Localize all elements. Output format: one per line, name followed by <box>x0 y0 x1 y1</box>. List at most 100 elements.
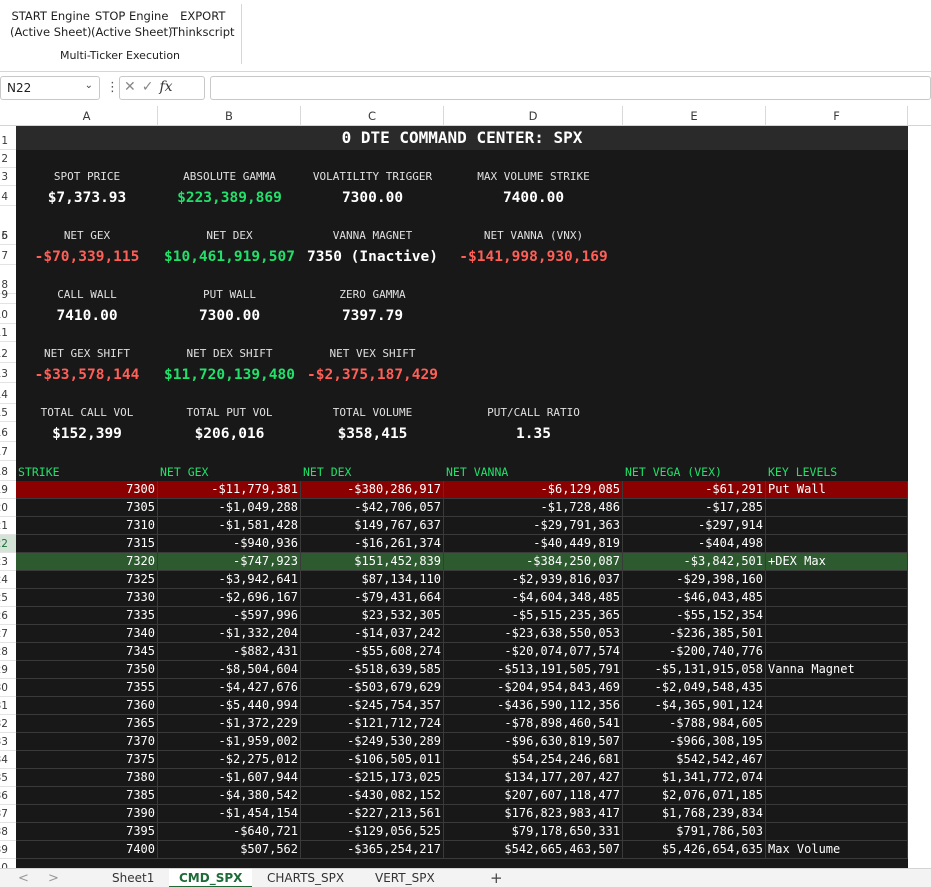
table-cell[interactable]: -$1,332,204 <box>158 625 301 643</box>
table-row[interactable]: 7360 -$5,440,994 -$245,754,357 -$436,590,11… <box>16 697 908 715</box>
table-cell[interactable]: 7330 <box>16 589 158 607</box>
row-header-cell[interactable]: 27 <box>0 625 16 643</box>
table-cell[interactable]: -$249,530,289 <box>301 733 444 751</box>
table-cell[interactable]: 7300 <box>16 481 158 499</box>
prev-sheet-icon[interactable]: < <box>18 871 29 886</box>
table-row[interactable]: 7385 -$4,380,542 -$430,082,152 $207,607,118… <box>16 787 908 805</box>
table-row[interactable]: 7330 -$2,696,167 -$79,431,664 -$4,604,348,4… <box>16 589 908 607</box>
row-header-cell[interactable]: 4 <box>0 188 16 206</box>
table-cell[interactable]: $791,786,503 <box>623 823 766 841</box>
table-cell[interactable]: -$1,049,288 <box>158 499 301 517</box>
table-cell[interactable]: -$1,372,229 <box>158 715 301 733</box>
spreadsheet-grid[interactable]: 0 DTE COMMAND CENTER: SPX SPOT PRICE $7,… <box>16 126 931 868</box>
table-cell[interactable] <box>766 499 908 517</box>
table-cell[interactable]: -$1,581,428 <box>158 517 301 535</box>
formula-input[interactable] <box>210 76 931 100</box>
table-cell[interactable]: $87,134,110 <box>301 571 444 589</box>
table-cell[interactable]: $2,076,071,185 <box>623 787 766 805</box>
table-row[interactable]: 7375 -$2,275,012 -$106,505,011 $54,254,246,… <box>16 751 908 769</box>
table-cell[interactable] <box>766 571 908 589</box>
row-header-cell[interactable]: 29 <box>0 661 16 679</box>
table-cell[interactable] <box>766 643 908 661</box>
more-options-icon[interactable]: ⋮ <box>106 80 119 95</box>
table-cell[interactable]: -$1,607,944 <box>158 769 301 787</box>
row-header-cell[interactable]: 40 <box>0 859 16 868</box>
tab-vert-spx[interactable]: VERT_SPX <box>365 869 445 887</box>
row-header-cell[interactable]: 37 <box>0 805 16 823</box>
tab-charts-spx[interactable]: CHARTS_SPX <box>257 869 354 887</box>
row-header-cell[interactable]: 20 <box>0 499 16 517</box>
row-header-cell[interactable]: 26 <box>0 607 16 625</box>
table-row[interactable]: 7350 -$8,504,604 -$518,639,585 -$513,191,50… <box>16 661 908 679</box>
add-sheet-icon[interactable]: + <box>490 869 503 887</box>
table-cell[interactable]: -$200,740,776 <box>623 643 766 661</box>
row-header-cell[interactable]: 15 <box>0 404 16 422</box>
table-cell[interactable]: -$4,365,901,124 <box>623 697 766 715</box>
table-cell[interactable]: -$129,056,525 <box>301 823 444 841</box>
table-row[interactable]: 7325 -$3,942,641 $87,134,110 -$2,939,816,03… <box>16 571 908 589</box>
row-header-cell[interactable]: 11 <box>0 324 16 342</box>
table-cell[interactable]: -$966,308,195 <box>623 733 766 751</box>
row-header-cell[interactable]: 13 <box>0 365 16 383</box>
row-header-cell[interactable]: 18 <box>0 463 16 481</box>
row-header-cell[interactable]: 32 <box>0 715 16 733</box>
table-cell[interactable]: -$380,286,917 <box>301 481 444 499</box>
table-cell[interactable]: -$5,131,915,058 <box>623 661 766 679</box>
table-cell[interactable]: 7345 <box>16 643 158 661</box>
insert-function-icon[interactable]: fx <box>159 79 172 95</box>
table-row[interactable]: 7300 -$11,779,381 -$380,286,917 -$6,129,085… <box>16 481 908 499</box>
table-cell[interactable]: -$29,791,363 <box>444 517 623 535</box>
table-cell[interactable]: -$940,936 <box>158 535 301 553</box>
table-row[interactable]: 7335 -$597,996 $23,532,305 -$5,515,235,365-… <box>16 607 908 625</box>
table-row[interactable]: 7355 -$4,427,676 -$503,679,629 -$204,954,84… <box>16 679 908 697</box>
column-header-e[interactable]: E <box>623 106 766 126</box>
grid-empty-area[interactable] <box>908 126 931 868</box>
column-header-c[interactable]: C <box>301 106 444 126</box>
table-cell[interactable]: 7380 <box>16 769 158 787</box>
table-cell[interactable] <box>766 535 908 553</box>
table-cell[interactable]: -$518,639,585 <box>301 661 444 679</box>
table-cell[interactable]: -$2,696,167 <box>158 589 301 607</box>
row-header-cell[interactable]: 31 <box>0 697 16 715</box>
table-cell[interactable]: -$404,498 <box>623 535 766 553</box>
cancel-icon[interactable]: ✕ <box>124 79 136 95</box>
column-header-b[interactable]: B <box>158 106 301 126</box>
table-cell[interactable] <box>766 751 908 769</box>
table-cell[interactable]: $23,532,305 <box>301 607 444 625</box>
table-cell[interactable]: -$96,630,819,507 <box>444 733 623 751</box>
row-header-cell[interactable]: 1 <box>0 132 16 150</box>
name-box[interactable]: N22 ⌄ <box>0 76 100 100</box>
table-cell[interactable]: 7375 <box>16 751 158 769</box>
row-header-cell[interactable]: 28 <box>0 643 16 661</box>
table-cell[interactable] <box>766 517 908 535</box>
table-cell[interactable]: -$245,754,357 <box>301 697 444 715</box>
table-cell[interactable]: -$8,504,604 <box>158 661 301 679</box>
table-cell[interactable]: -$2,939,816,037 <box>444 571 623 589</box>
table-cell[interactable]: -$4,380,542 <box>158 787 301 805</box>
table-cell[interactable] <box>766 625 908 643</box>
table-cell[interactable]: -$46,043,485 <box>623 589 766 607</box>
table-cell[interactable]: -$78,898,460,541 <box>444 715 623 733</box>
table-cell[interactable]: -$42,706,057 <box>301 499 444 517</box>
table-cell[interactable]: $176,823,983,417 <box>444 805 623 823</box>
table-cell[interactable]: -$3,842,501 <box>623 553 766 571</box>
row-header-cell[interactable]: 23 <box>0 553 16 571</box>
table-cell[interactable]: -$2,275,012 <box>158 751 301 769</box>
table-cell[interactable]: 7325 <box>16 571 158 589</box>
table-cell[interactable] <box>766 805 908 823</box>
row-header-cell[interactable]: 17 <box>0 443 16 461</box>
row-header-cell-selected[interactable]: 22 <box>0 535 16 553</box>
column-header-f[interactable]: F <box>766 106 908 126</box>
column-header-a[interactable]: A <box>16 106 158 126</box>
table-cell[interactable]: -$297,914 <box>623 517 766 535</box>
table-cell[interactable]: -$106,505,011 <box>301 751 444 769</box>
table-cell[interactable]: $542,542,467 <box>623 751 766 769</box>
stop-engine-button[interactable]: STOP Engine (Active Sheet) <box>91 8 172 40</box>
table-cell[interactable]: -$20,074,077,574 <box>444 643 623 661</box>
table-cell[interactable]: 7335 <box>16 607 158 625</box>
table-cell[interactable]: 7385 <box>16 787 158 805</box>
table-cell[interactable] <box>766 715 908 733</box>
table-cell[interactable]: 7365 <box>16 715 158 733</box>
row-header-cell[interactable]: 14 <box>0 386 16 404</box>
table-cell[interactable]: -$384,250,087 <box>444 553 623 571</box>
